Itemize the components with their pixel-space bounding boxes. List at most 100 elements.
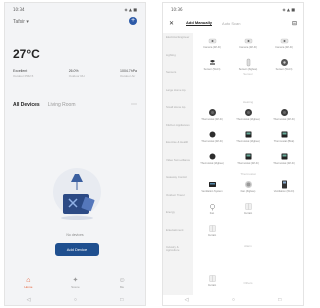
category-item[interactable]: Entertainment (163, 226, 193, 244)
device-tile[interactable]: Thermostat (Wi-Fi) (195, 105, 229, 127)
device-icon (208, 182, 216, 187)
status-time: 10:34 (13, 6, 25, 12)
recents-icon[interactable]: □ (278, 297, 281, 303)
device-tile[interactable]: Thermostat (Zigbee) (195, 149, 229, 171)
device-icon (281, 180, 287, 189)
device-tile[interactable]: Camera (Wi-Fi) (231, 33, 265, 55)
category-item[interactable]: Sensors (163, 68, 193, 86)
add-device-header: ✕ Add Manually Auto Scan ⊟ (163, 17, 303, 29)
section-label: Heating (242, 100, 254, 104)
device-tile[interactable]: Thermostat (BLE) (267, 127, 301, 149)
add-device-button[interactable]: Add Device (55, 243, 99, 256)
status-icons: ◈ ▲ ■ (282, 6, 295, 12)
device-tile[interactable]: Thermostat (Zigbee) (231, 127, 265, 149)
category-item[interactable]: Gateway Control (163, 173, 193, 191)
device-icon (245, 153, 251, 160)
device-label: Thermostat (Zigbee) (200, 162, 224, 165)
category-item[interactable]: Exercise & Health (163, 138, 193, 156)
device-icon (281, 153, 287, 160)
device-icon (209, 131, 215, 138)
device-tile[interactable]: Thermostat (Wi-Fi) (231, 149, 265, 171)
device-tile[interactable]: Thermostat (Wi-Fi) (267, 105, 301, 127)
section-label: Sensor (243, 72, 253, 76)
device-tile[interactable]: Curtain (195, 221, 229, 243)
device-label: Camera (Wi-Fi) (239, 46, 257, 49)
device-grid: Camera (Wi-Fi) Camera (Wi-Fi) Camera (Wi-F… (195, 33, 301, 295)
category-item[interactable]: Lighting (163, 51, 193, 69)
device-label: Sensor (Zigbee) (238, 68, 258, 71)
category-item[interactable]: Outdoor Travel (163, 191, 193, 209)
device-label: Curtain (207, 234, 217, 237)
home-screen: 10:34 ◈ ▲ ■ Tafsir ▾ + 27°C Excellent Ou… (4, 2, 146, 306)
device-icon (244, 38, 252, 44)
device-label: Fan (209, 212, 215, 215)
device-tile[interactable]: Thermostat (Wi-Fi) (195, 127, 229, 149)
tab-auto-scan[interactable]: Auto Scan (222, 21, 240, 26)
empty-state-text: No devices (66, 233, 84, 237)
device-icon (209, 60, 215, 65)
category-item[interactable]: Energy (163, 208, 193, 226)
category-item[interactable]: Industry & Agriculture (163, 243, 193, 261)
category-item[interactable]: Video Surv-eillance (163, 156, 193, 174)
category-list: Electrical Engineer Lighting Sensors Large … (163, 33, 193, 295)
home-selector[interactable]: Tafsir ▾ (13, 19, 29, 25)
device-label: Sensor (Wi-Fi) (203, 68, 221, 71)
device-label: Thermostat (BLE) (273, 140, 295, 143)
close-icon[interactable]: ✕ (169, 20, 174, 27)
more-icon[interactable]: ⋯ (131, 101, 137, 108)
category-item[interactable]: Kitchen Appliances (163, 121, 193, 139)
category-item[interactable]: Large Home Ap. (163, 86, 193, 104)
category-item[interactable]: Small Home Ap. (163, 103, 193, 121)
status-time: 10:36 (171, 6, 183, 12)
nav-scene[interactable]: ✦ Scene (71, 277, 80, 289)
device-label: Thermostat (Wi-Fi) (201, 118, 223, 121)
status-bar: 10:34 ◈ ▲ ■ (5, 3, 145, 15)
profile-icon: ☺ (118, 277, 126, 284)
device-tile[interactable]: Camera (Wi-Fi) (267, 33, 301, 55)
device-label: Thermostat (Wi-Fi) (273, 118, 295, 121)
nav-me[interactable]: ☺ Me (118, 277, 125, 289)
device-icon (209, 204, 215, 211)
back-icon[interactable]: ◁ (185, 297, 189, 303)
device-label: Sensor (Wi-Fi) (275, 68, 293, 71)
device-icon (280, 109, 288, 116)
device-tile[interactable]: Camera (Wi-Fi) (195, 33, 229, 55)
device-tile[interactable]: Ventilation (Wi-Fi) (267, 177, 301, 199)
device-tile[interactable]: Curtain (231, 199, 265, 221)
back-icon[interactable]: ◁ (27, 297, 31, 303)
device-tile[interactable]: Fan (Zigbee) (231, 177, 265, 199)
device-tile[interactable]: Ventilation System (195, 177, 229, 199)
add-icon[interactable]: + (129, 17, 137, 25)
nav-label: Home (24, 285, 33, 289)
add-device-screen: 10:36 ◈ ▲ ■ ✕ Add Manually Auto Scan ⊟ E… (162, 2, 304, 306)
section-label: Others (243, 281, 253, 285)
device-icon (244, 181, 252, 188)
device-tile[interactable]: Thermostat (Zigbee) (231, 105, 265, 127)
weather-metrics: Excellent Outdoor PM2.5 26.0% Outdoor RH… (13, 69, 137, 79)
device-icon (280, 59, 288, 66)
device-icon (245, 131, 251, 138)
scan-icon[interactable]: ⊟ (292, 20, 297, 27)
home-circle-icon[interactable]: ○ (74, 297, 77, 303)
section-label: Thermostat (240, 172, 256, 176)
temperature: 27°C (13, 47, 40, 61)
device-tile[interactable]: Fan (195, 199, 229, 221)
system-nav: ◁ ○ □ (5, 295, 145, 305)
section-label: Alarm (244, 244, 252, 248)
device-label: Curtain (243, 212, 253, 215)
nav-home[interactable]: ⌂ Home (24, 277, 32, 289)
metric-label: Outdoor Air (120, 74, 136, 78)
metric-pm25: Excellent Outdoor PM2.5 (13, 69, 33, 79)
recents-icon[interactable]: □ (120, 297, 123, 303)
device-label: Thermostat (Zigbee) (236, 140, 260, 143)
tab-add-manually[interactable]: Add Manually (186, 20, 213, 26)
device-tile[interactable]: Thermostat (Wi-Fi) (267, 149, 301, 171)
home-circle-icon[interactable]: ○ (232, 297, 235, 303)
metric-label: Outdoor PM2.5 (13, 74, 34, 78)
device-label: Fan (Zigbee) (240, 190, 256, 193)
tab-living-room[interactable]: Living Room (48, 102, 76, 108)
device-label: Ventilation (Wi-Fi) (273, 190, 295, 193)
device-label: Thermostat (Wi-Fi) (201, 140, 223, 143)
category-item[interactable]: Electrical Engineer (163, 33, 193, 51)
tab-all-devices[interactable]: All Devices (13, 102, 40, 108)
